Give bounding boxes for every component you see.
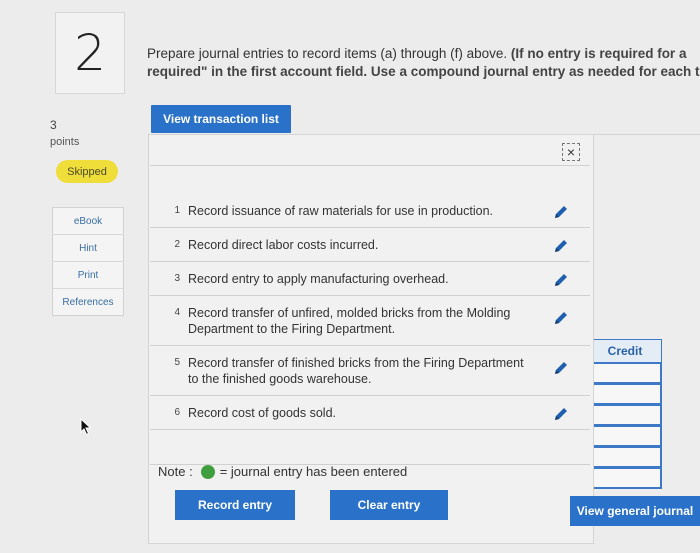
- transaction-number: 4: [174, 307, 180, 318]
- pencil-icon[interactable]: [553, 272, 569, 288]
- transaction-number: 2: [174, 239, 180, 250]
- transaction-number: 3: [174, 273, 180, 284]
- close-icon[interactable]: ×: [562, 143, 580, 161]
- transaction-row[interactable]: 5 Record transfer of finished bricks fro…: [150, 346, 590, 396]
- credit-header: Credit: [588, 339, 662, 363]
- clear-entry-button[interactable]: Clear entry: [330, 490, 448, 520]
- transaction-description: Record issuance of raw materials for use…: [188, 204, 494, 218]
- resource-links: eBook Hint Print References: [52, 207, 124, 316]
- background-credit-column: Credit: [588, 339, 662, 489]
- transaction-row[interactable]: 3 Record entry to apply manufacturing ov…: [150, 262, 590, 296]
- view-transaction-list-button[interactable]: View transaction list: [151, 105, 291, 133]
- pencil-icon[interactable]: [553, 310, 569, 326]
- question-text-bold-1: (If no entry is required for a: [510, 46, 687, 61]
- pencil-icon[interactable]: [553, 204, 569, 220]
- transaction-description: Record cost of goods sold.: [188, 406, 336, 420]
- transaction-number: 1: [174, 205, 180, 216]
- hint-link[interactable]: Hint: [53, 235, 123, 262]
- transaction-row[interactable]: 4 Record transfer of unfired, molded bri…: [150, 296, 590, 346]
- credit-cell[interactable]: [588, 405, 662, 426]
- note-suffix: = journal entry has been entered: [219, 464, 408, 479]
- question-text-plain: Prepare journal entries to record items …: [147, 46, 511, 61]
- credit-cell[interactable]: [588, 426, 662, 447]
- status-badge: Skipped: [56, 160, 118, 183]
- transaction-description: Record transfer of finished bricks from …: [188, 356, 524, 386]
- transaction-row[interactable]: 1 Record issuance of raw materials for u…: [150, 194, 590, 228]
- credit-cell[interactable]: [588, 447, 662, 468]
- transaction-description: Record transfer of unfired, molded brick…: [188, 306, 511, 336]
- credit-cell[interactable]: [588, 468, 662, 489]
- panel-divider: [150, 165, 590, 166]
- transaction-row[interactable]: 2 Record direct labor costs incurred.: [150, 228, 590, 262]
- mouse-pointer-icon: [80, 418, 92, 436]
- transaction-number: 5: [174, 357, 180, 368]
- transaction-description: Record direct labor costs incurred.: [188, 238, 379, 252]
- question-number: 2: [55, 12, 125, 94]
- question-text: Prepare journal entries to record items …: [147, 45, 700, 81]
- pencil-icon[interactable]: [553, 406, 569, 422]
- empty-row: [150, 430, 590, 465]
- credit-cell[interactable]: [588, 384, 662, 405]
- view-general-journal-button[interactable]: View general journal: [570, 496, 700, 526]
- question-text-bold-2: required" in the first account field. Us…: [147, 64, 700, 79]
- pencil-icon[interactable]: [553, 360, 569, 376]
- ebook-link[interactable]: eBook: [53, 208, 123, 235]
- points-label: points: [50, 136, 80, 148]
- points-value: 3: [50, 118, 57, 132]
- transaction-row[interactable]: 6 Record cost of goods sold.: [150, 396, 590, 430]
- transaction-number: 6: [174, 407, 180, 418]
- references-link[interactable]: References: [53, 289, 123, 315]
- record-entry-button[interactable]: Record entry: [175, 490, 295, 520]
- entered-status-icon: [200, 464, 215, 479]
- transaction-list: 1 Record issuance of raw materials for u…: [150, 194, 590, 465]
- print-link[interactable]: Print: [53, 262, 123, 289]
- pencil-icon[interactable]: [553, 238, 569, 254]
- transaction-description: Record entry to apply manufacturing over…: [188, 272, 449, 286]
- legend-note: Note : = journal entry has been entered: [158, 464, 407, 479]
- note-prefix: Note :: [158, 464, 193, 479]
- credit-cell[interactable]: [588, 363, 662, 384]
